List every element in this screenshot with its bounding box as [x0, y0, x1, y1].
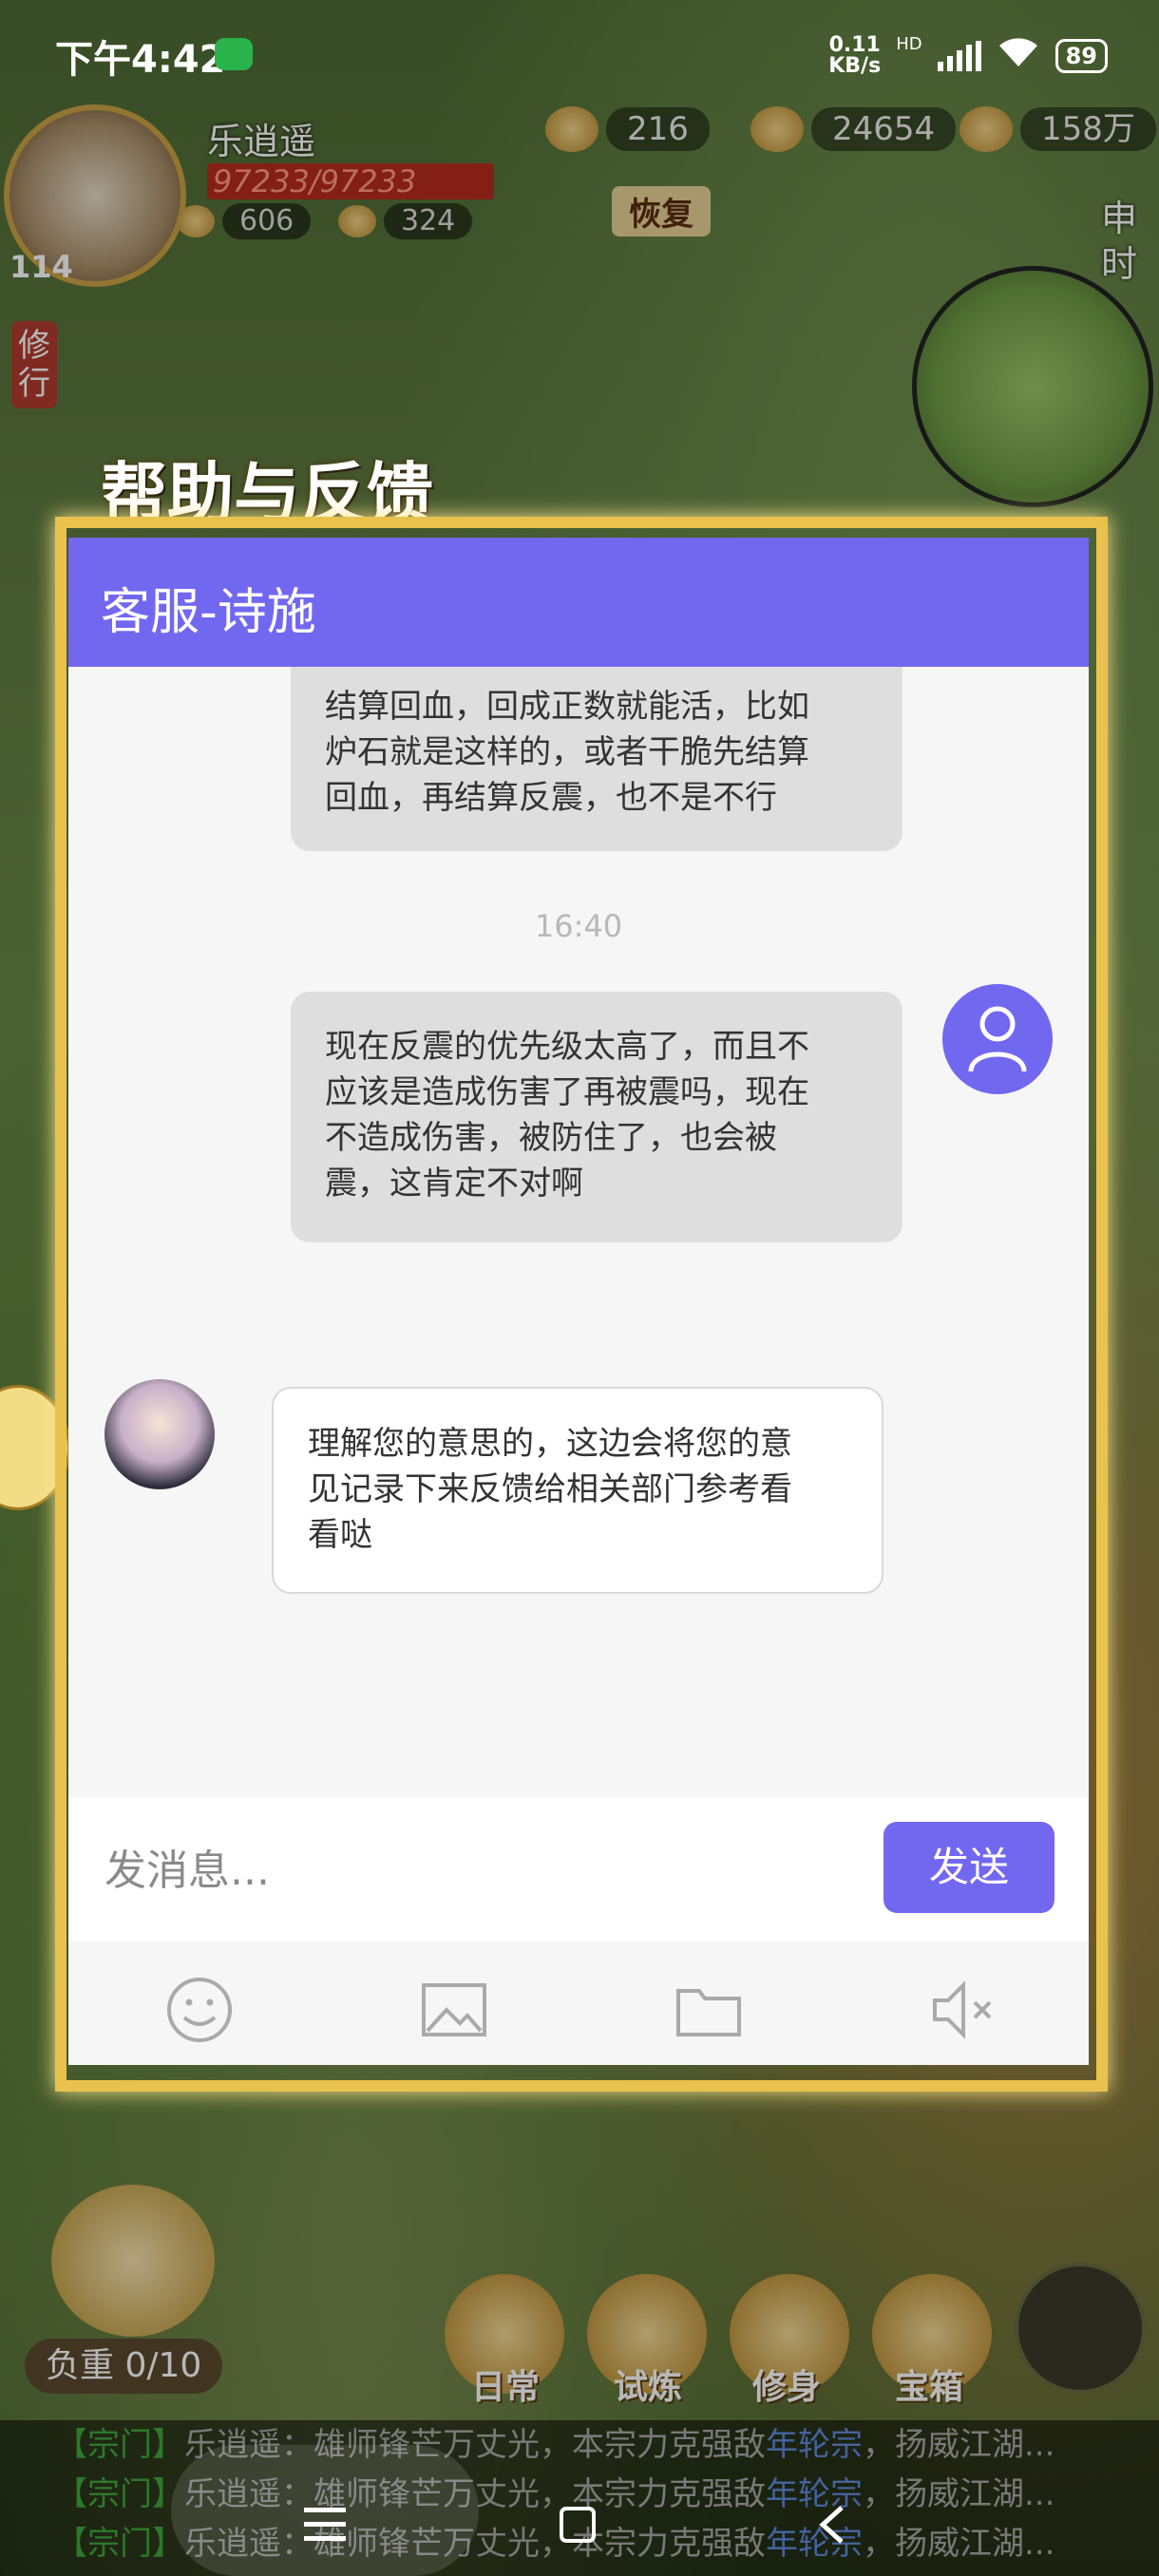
- customer-service-dialog: 结算回血，回成正数就能活，比如 炉石就是这样的，或者干脆先结算 回血，再结算反震…: [68, 538, 1089, 2065]
- wechat-icon: [215, 38, 253, 70]
- agent-message: 理解您的意思的，这边会将您的意 见记录下来反馈给相关部门参考看 看哒: [272, 1387, 884, 1594]
- message-line: 不造成伤害，被防住了，也会被: [325, 1119, 777, 1157]
- message-input[interactable]: [103, 1831, 866, 1909]
- message-line: 结算回血，回成正数就能活，比如: [325, 688, 809, 726]
- mute-icon[interactable]: [927, 1974, 999, 2046]
- agent-avatar: [104, 1379, 215, 1489]
- user-message-2: 现在反震的优先级太高了，而且不 应该是造成伤害了再被震吗，现在 不造成伤害，被防…: [291, 992, 902, 1242]
- battery-icon: 89: [1054, 39, 1108, 73]
- dialog-header: 客服-诗施: [68, 538, 1089, 667]
- net-speed-value: 0.11: [828, 33, 881, 57]
- wifi-icon: [997, 34, 1040, 78]
- network-speed: 0.11 KB/s: [828, 35, 881, 77]
- clock: 下午4:42: [55, 38, 226, 82]
- message-line: 炉石就是这样的，或者干脆先结算: [325, 733, 809, 771]
- message-line: 理解您的意思的，这边会将您的意: [308, 1425, 792, 1463]
- folder-icon[interactable]: [673, 1974, 745, 2046]
- message-line: 应该是造成伤害了再被震吗，现在: [325, 1073, 809, 1111]
- message-line: 见记录下来反馈给相关部门参考看: [308, 1470, 792, 1508]
- net-speed-unit: KB/s: [828, 54, 882, 78]
- signal-icon: [937, 41, 981, 71]
- home-icon[interactable]: [559, 2506, 597, 2544]
- hd-label: HD: [896, 34, 922, 54]
- image-icon[interactable]: [418, 1974, 490, 2046]
- chat-toolbar: [68, 1941, 1089, 2065]
- timestamp: 16:40: [534, 908, 623, 944]
- message-line: 回血，再结算反震，也不是不行: [325, 779, 777, 817]
- navigation-bar: [0, 2470, 1159, 2576]
- message-line: 现在反震的优先级太高了，而且不: [325, 1028, 809, 1066]
- emoji-icon[interactable]: [163, 1974, 236, 2046]
- back-icon[interactable]: [817, 2504, 846, 2546]
- message-line: 看哒: [308, 1516, 372, 1554]
- status-bar: 下午4:42 0.11 KB/s HD 89: [0, 0, 1159, 104]
- message-line: 震，这肯定不对啊: [325, 1165, 583, 1203]
- user-avatar: [942, 984, 1053, 1094]
- menu-icon[interactable]: [304, 2506, 346, 2544]
- dialog-title: 客服-诗施: [101, 584, 316, 641]
- send-button[interactable]: 发送: [884, 1822, 1054, 1913]
- status-icons: 0.11 KB/s HD 89: [828, 34, 1108, 78]
- message-input-bar: 发送: [68, 1797, 1089, 1941]
